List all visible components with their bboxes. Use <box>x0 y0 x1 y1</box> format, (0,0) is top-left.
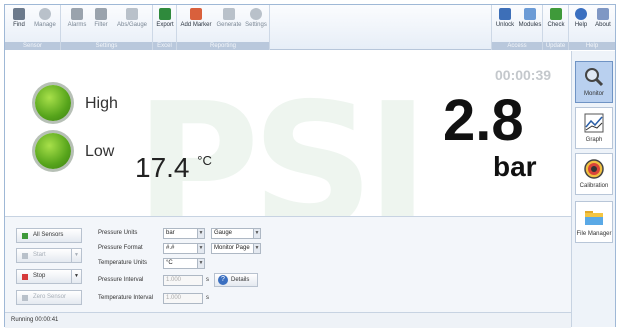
download-icon <box>550 8 562 20</box>
high-label: High <box>85 95 118 112</box>
gear-icon <box>250 8 262 20</box>
psi-watermark-logo: PSI <box>135 67 429 216</box>
alarm-icon <box>71 8 83 20</box>
zero-icon <box>22 295 28 301</box>
pressure-units-select[interactable]: bar ▼ <box>163 228 205 239</box>
ribbon-group-label: Access <box>492 42 542 50</box>
chevron-down-icon: ▼ <box>197 244 204 253</box>
ribbon-group-update: Check Update <box>543 5 569 50</box>
seconds-unit: s <box>206 277 209 283</box>
abs-gauge-button[interactable]: Abs/Gauge <box>113 8 151 40</box>
control-panel: All Sensors Start ▼ Stop ▼ Zero Sensor Pre… <box>5 216 571 312</box>
about-icon <box>597 8 609 20</box>
low-label: Low <box>85 143 115 160</box>
all-sensors-button[interactable]: All Sensors <box>16 228 82 243</box>
binoculars-icon <box>13 8 25 20</box>
chevron-down-icon: ▼ <box>253 229 260 238</box>
pressure-unit: bar <box>493 151 537 182</box>
excel-icon <box>159 8 171 20</box>
chevron-down-icon[interactable]: ▼ <box>71 270 81 283</box>
pressure-value: 2.8 <box>443 88 524 153</box>
view-sidebar: Monitor Graph Calibration File Manager <box>571 51 615 327</box>
ribbon-group-excel: Export Excel <box>153 5 177 50</box>
chevron-down-icon: ▼ <box>197 229 204 238</box>
chevron-down-icon: ▼ <box>253 244 260 253</box>
ribbon-group-label: Help <box>569 42 615 50</box>
filter-icon <box>95 8 107 20</box>
modules-button[interactable]: Modules <box>517 8 543 40</box>
ribbon-group-label: Reporting <box>177 42 269 50</box>
ribbon-group-access: Unlock Modules Access <box>491 5 543 50</box>
sidebar-item-file-manager[interactable]: File Manager <box>575 201 613 243</box>
gauge-toggle-icon <box>126 8 138 20</box>
users-icon <box>499 8 511 20</box>
modules-icon <box>524 8 536 20</box>
pressure-format-select[interactable]: #.# ▼ <box>163 243 205 254</box>
ribbon-group-label: Update <box>543 42 568 50</box>
help-button[interactable]: Help <box>571 8 591 40</box>
page-select[interactable]: Monitor Page ▼ <box>211 243 261 254</box>
monitor-panel: PSI High Low 17.4 °C 00:00:39 2.8 bar <box>5 51 571 216</box>
ribbon-group-help: Help About Help <box>569 5 615 50</box>
ribbon-group-label: Settings <box>61 42 152 50</box>
details-button[interactable]: ? Details <box>214 273 258 287</box>
ribbon-group-label: Sensor <box>5 42 60 50</box>
check-button[interactable]: Check <box>545 8 567 40</box>
chevron-down-icon[interactable]: ▼ <box>71 249 81 262</box>
sidebar-item-graph[interactable]: Graph <box>575 107 613 149</box>
zero-sensor-button[interactable]: Zero Sensor <box>16 290 82 305</box>
graph-icon <box>584 113 604 133</box>
marker-icon <box>190 8 202 20</box>
ribbon-group-label: Excel <box>153 42 176 50</box>
folder-icon <box>585 211 603 225</box>
pressure-format-label: Pressure Format <box>98 245 143 251</box>
gauge-select[interactable]: Gauge ▼ <box>211 228 261 239</box>
elapsed-timer: 00:00:39 <box>495 67 552 83</box>
start-button[interactable]: Start ▼ <box>16 248 82 263</box>
export-button[interactable]: Export <box>155 8 175 40</box>
chevron-down-icon: ▼ <box>197 259 204 268</box>
sidebar-item-monitor[interactable]: Monitor <box>575 61 613 103</box>
alarms-button[interactable]: Alarms <box>65 8 89 40</box>
pressure-interval-label: Pressure Interval <box>98 277 144 283</box>
ribbon-group-reporting: Add Marker Generate Settings Reporting <box>177 5 270 50</box>
play-icon <box>22 253 28 259</box>
gear-icon <box>39 8 51 20</box>
report-settings-button[interactable]: Settings <box>243 8 269 40</box>
unlock-button[interactable]: Unlock <box>494 8 516 40</box>
temperature-units-label: Temperature Units <box>98 260 148 266</box>
magnifier-icon <box>585 68 604 87</box>
sidebar-item-calibration[interactable]: Calibration <box>575 153 613 195</box>
temperature-readout: 17.4 °C <box>135 152 212 184</box>
gauge-icon <box>584 159 604 179</box>
generate-button[interactable]: Generate <box>215 8 243 40</box>
filter-button[interactable]: Filter <box>91 8 111 40</box>
status-bar: Running 00:00:41 <box>5 312 571 328</box>
help-icon: ? <box>218 275 228 285</box>
low-alarm-led <box>35 133 71 169</box>
temperature-value: 17.4 <box>135 152 190 183</box>
seconds-unit: s <box>206 295 209 301</box>
stop-button[interactable]: Stop ▼ <box>16 269 82 284</box>
high-alarm-led <box>35 85 71 121</box>
pressure-units-label: Pressure Units <box>98 230 138 236</box>
stop-icon <box>22 274 28 280</box>
pressure-interval-input[interactable]: 1.000 <box>163 275 203 286</box>
temperature-interval-input[interactable]: 1.000 <box>163 293 203 304</box>
temperature-unit: °C <box>197 153 212 168</box>
ribbon-group-sensor: Find Manage Sensor <box>5 5 61 50</box>
ribbon-toolbar: Find Manage Sensor Alarms Filter Abs/Gau… <box>5 5 615 50</box>
add-marker-button[interactable]: Add Marker <box>179 8 213 40</box>
find-button[interactable]: Find <box>9 8 29 40</box>
app-window: Find Manage Sensor Alarms Filter Abs/Gau… <box>4 4 616 328</box>
temperature-units-select[interactable]: °C ▼ <box>163 258 205 269</box>
report-icon <box>223 8 235 20</box>
about-button[interactable]: About <box>592 8 614 40</box>
temperature-interval-label: Temperature Interval <box>98 295 154 301</box>
sensor-icon <box>22 233 28 239</box>
help-icon <box>575 8 587 20</box>
manage-button[interactable]: Manage <box>31 8 59 40</box>
ribbon-group-settings: Alarms Filter Abs/Gauge Settings <box>61 5 153 50</box>
